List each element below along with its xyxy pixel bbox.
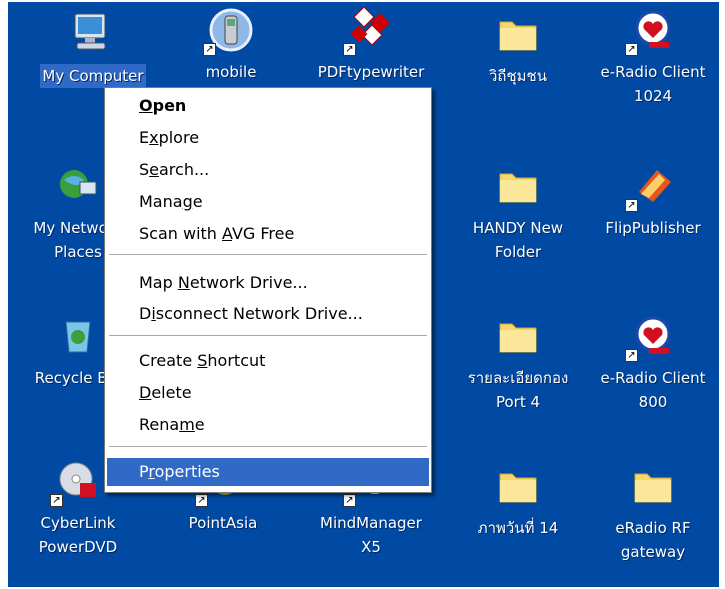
pdf-typewriter-icon: ↗ (343, 6, 395, 56)
menu-separator (109, 335, 427, 336)
folder-icon (494, 462, 542, 510)
flip-publisher-icon: ↗ (625, 162, 677, 212)
desktop-icon-folder-1[interactable]: วิถีชุมชน (453, 10, 583, 88)
mobile-phone-icon: ↗ (203, 6, 255, 56)
desktop-icon-my-computer[interactable]: My Computer (28, 10, 158, 88)
folder-icon (494, 312, 542, 360)
icon-label: HANDY New Folder (472, 219, 564, 261)
cyberlink-dvd-icon: ↗ (50, 457, 102, 507)
menu-separator (109, 254, 427, 255)
icon-label: CyberLink PowerDVD (38, 514, 118, 556)
folder-icon (629, 462, 677, 510)
menu-item-map-network-drive[interactable]: Map Network Drive... (107, 269, 429, 297)
desktop-icon-e-radio-800[interactable]: ↗ e-Radio Client 800 (588, 312, 718, 414)
context-menu: Open Explore Search... Manage Scan with … (104, 87, 432, 493)
menu-separator (109, 446, 427, 447)
icon-label: PDFtypewriter (317, 63, 425, 81)
menu-item-search[interactable]: Search... (107, 156, 429, 184)
menu-item-delete[interactable]: Delete (107, 379, 429, 407)
icon-label: วิถีชุมชน (488, 67, 547, 85)
desktop-icon-folder-photo14[interactable]: ภาพวันที่ 14 (453, 462, 583, 540)
desktop-icon-flippublisher[interactable]: ↗ FlipPublisher (588, 162, 718, 240)
desktop-icon-eradio-rf-gateway[interactable]: eRadio RF gateway (588, 462, 718, 564)
menu-item-explore[interactable]: Explore (107, 124, 429, 152)
desktop[interactable]: My Computer ↗ mobile ↗ PDFtypewriter วิถ… (8, 2, 719, 587)
desktop-icon-pdftypewriter[interactable]: ↗ PDFtypewriter (306, 6, 436, 84)
icon-label: PointAsia (188, 514, 258, 532)
desktop-icon-mobile[interactable]: ↗ mobile (166, 6, 296, 84)
desktop-icon-handy-new-folder[interactable]: HANDY New Folder (453, 162, 583, 264)
my-computer-icon (69, 10, 117, 58)
network-places-icon (54, 162, 102, 210)
icon-label: mobile (205, 63, 257, 81)
menu-item-properties[interactable]: Properties (107, 458, 429, 486)
e-radio-icon: ↗ (625, 312, 677, 362)
menu-item-rename[interactable]: Rename (107, 411, 429, 439)
menu-item-open[interactable]: Open (107, 92, 429, 120)
e-radio-icon: ↗ (625, 6, 677, 56)
icon-label: My Computer (40, 64, 146, 88)
folder-icon (494, 162, 542, 210)
desktop-icon-e-radio-1024[interactable]: ↗ e-Radio Client 1024 (588, 6, 718, 108)
menu-item-create-shortcut[interactable]: Create Shortcut (107, 347, 429, 375)
desktop-icon-folder-port4[interactable]: รายละเอียดกอง Port 4 (453, 312, 583, 414)
icon-label: FlipPublisher (605, 219, 701, 237)
icon-label: ภาพวันที่ 14 (477, 519, 559, 537)
icon-label: รายละเอียดกอง Port 4 (467, 369, 569, 411)
icon-label: e-Radio Client 800 (600, 369, 706, 411)
menu-item-scan-avg[interactable]: Scan with AVG Free (107, 220, 429, 248)
menu-item-disconnect-network-drive[interactable]: Disconnect Network Drive... (107, 300, 429, 328)
recycle-bin-icon (54, 312, 102, 360)
icon-label: MindManager X5 (320, 514, 422, 556)
folder-icon (494, 10, 542, 58)
icon-label: eRadio RF gateway (615, 519, 691, 561)
icon-label: e-Radio Client 1024 (600, 63, 706, 105)
menu-item-manage[interactable]: Manage (107, 188, 429, 216)
